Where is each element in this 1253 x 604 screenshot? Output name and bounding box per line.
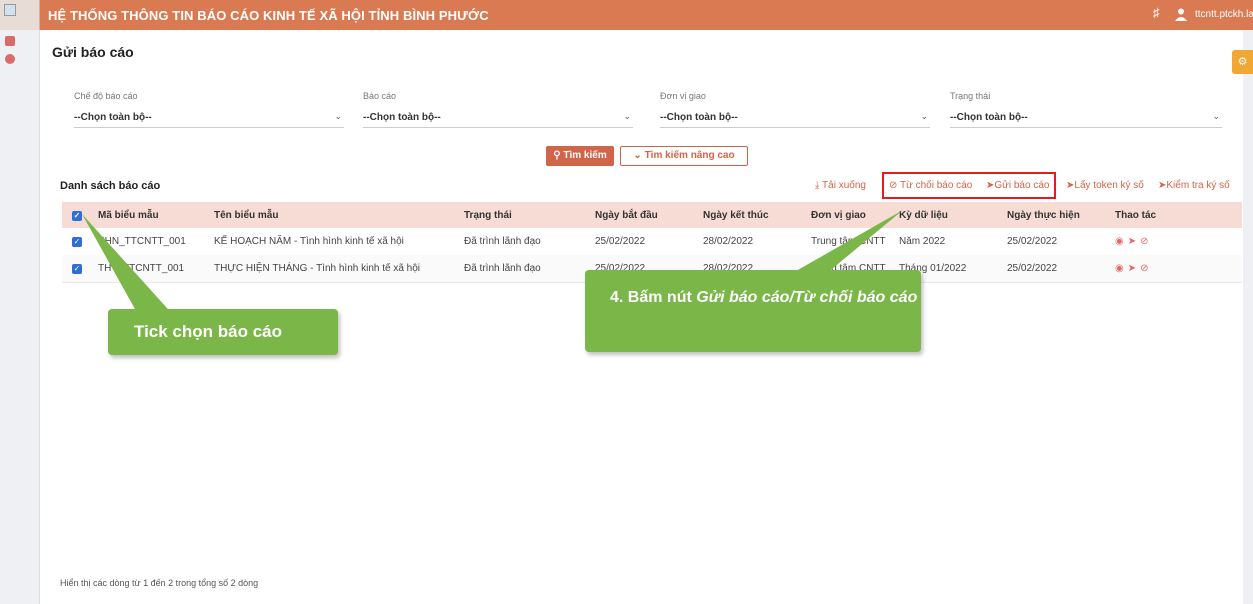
cell-unit: Trung tâm CNTT: [811, 236, 886, 247]
row-actions: ◉➤⊘: [1109, 255, 1242, 282]
advanced-search-label: Tìm kiếm nâng cao: [644, 150, 735, 161]
pagination-info: Hiển thị các dòng từ 1 đến 2 trong tổng …: [60, 578, 259, 588]
column-header: Thao tác: [1115, 209, 1157, 221]
column-header[interactable]: Trạng thái: [458, 202, 589, 228]
report-mode-select[interactable]: --Chọn toàn bộ-- ⌄: [74, 110, 344, 128]
filter-unit: Đơn vị giao --Chọn toàn bộ-- ⌄: [660, 91, 930, 128]
select-value: --Chọn toàn bộ--: [950, 112, 1028, 123]
filter-label: Chế độ báo cáo: [74, 91, 138, 101]
column-header[interactable]: Ngày kết thúc: [697, 202, 805, 228]
status-select[interactable]: --Chọn toàn bộ-- ⌄: [950, 110, 1222, 128]
chevron-down-icon: ⌄: [334, 111, 342, 121]
cell-name: THỰC HIỆN THÁNG - Tình hình kinh tế xã h…: [214, 262, 421, 274]
ban-icon[interactable]: ⊘: [1140, 236, 1152, 247]
column-header[interactable]: Đơn vị giao: [805, 202, 893, 228]
row-checkbox[interactable]: ✓: [72, 237, 82, 247]
search-button-label: Tìm kiếm: [563, 150, 607, 161]
app-logo[interactable]: [0, 0, 40, 30]
ban-icon[interactable]: ⊘: [1140, 263, 1152, 274]
cell-done: 25/02/2022: [1007, 262, 1058, 274]
filter-report: Báo cáo --Chọn toàn bộ-- ⌄: [363, 91, 633, 128]
download-icon: ⤓: [815, 180, 820, 191]
send-icon[interactable]: ➤: [1128, 263, 1140, 274]
column-header[interactable]: Mã biểu mẫu: [92, 202, 208, 228]
left-sidebar: [0, 30, 40, 604]
step4-prefix: 4. Bấm nút: [610, 289, 697, 306]
download-label: Tải xuống: [822, 180, 866, 191]
report-select[interactable]: --Chọn toàn bộ-- ⌄: [363, 110, 633, 128]
select-value: --Chọn toàn bộ--: [363, 112, 441, 123]
highlight-box: [882, 172, 1056, 199]
settings-gear-icon[interactable]: ⚙: [1232, 50, 1253, 74]
cell-status: Đã trình lãnh đạo: [464, 236, 541, 247]
app-title: HỆ THỐNG THÔNG TIN BÁO CÁO KINH TẾ XÃ HỘ…: [48, 8, 489, 23]
notification-bell-icon[interactable]: ♯: [1153, 5, 1160, 20]
get-token-label: Lấy token ký số: [1074, 180, 1144, 191]
select-all-checkbox[interactable]: ✓: [72, 210, 82, 221]
filter-report-mode: Chế độ báo cáo --Chọn toàn bộ-- ⌄: [74, 91, 344, 128]
view-icon[interactable]: ◉: [1115, 236, 1128, 247]
filter-label: Báo cáo: [363, 91, 397, 101]
page-title: Gửi báo cáo: [52, 44, 134, 60]
chevron-down-icon: ⌄: [920, 111, 928, 121]
filter-label: Trạng thái: [950, 91, 991, 101]
step4-emphasis: Gửi báo cáo/Từ chối báo cáo: [696, 289, 918, 306]
cell-done: 25/02/2022: [1007, 236, 1058, 247]
cell-code: KHN_TTCNTT_001: [98, 236, 186, 247]
chevron-down-icon: ⌄: [623, 111, 631, 121]
row-select-cell: ✓: [62, 228, 92, 255]
tick-callout: Tick chọn báo cáo: [108, 309, 338, 355]
cell-start: 25/02/2022: [595, 236, 646, 247]
table-header-row: ✓ Mã biểu mẫu Tên biểu mẫu Trạng thái Ng…: [62, 202, 1242, 228]
verify-sign-button[interactable]: ➤Kiểm tra ký số: [1158, 180, 1230, 191]
row-select-cell: ✓: [62, 255, 92, 282]
chart-menu-icon[interactable]: [5, 54, 15, 64]
chevron-down-icon: ⌄: [1212, 111, 1220, 121]
list-title: Danh sách báo cáo: [60, 180, 161, 192]
report-menu-icon[interactable]: [5, 36, 15, 46]
filter-status: Trạng thái --Chọn toàn bộ-- ⌄: [950, 91, 1222, 128]
unit-select[interactable]: --Chọn toàn bộ-- ⌄: [660, 110, 930, 128]
top-navbar: HỆ THỐNG THÔNG TIN BÁO CÁO KINH TẾ XÃ HỘ…: [0, 0, 1253, 30]
select-value: --Chọn toàn bộ--: [660, 112, 738, 123]
cell-status: Đã trình lãnh đạo: [464, 262, 541, 274]
cell-code: THT_TTCNTT_001: [98, 262, 185, 274]
view-icon[interactable]: ◉: [1115, 263, 1128, 274]
cell-end: 28/02/2022: [703, 236, 754, 247]
column-header[interactable]: Tên biểu mẫu: [208, 202, 458, 228]
broken-image-icon: [4, 4, 16, 16]
select-all-cell: ✓: [62, 202, 92, 228]
cell-name: KẾ HOẠCH NĂM - Tình hình kinh tế xã hội: [214, 236, 404, 247]
username[interactable]: ttcntt.ptckh.lanhdao: [1195, 9, 1253, 20]
verify-sign-label: Kiểm tra ký số: [1166, 180, 1230, 191]
search-button[interactable]: ⚲ Tìm kiếm: [546, 146, 614, 166]
cell-period: Năm 2022: [899, 236, 946, 247]
select-value: --Chọn toàn bộ--: [74, 112, 152, 123]
row-checkbox[interactable]: ✓: [72, 263, 82, 274]
download-button[interactable]: ⤓ Tải xuống: [815, 180, 866, 191]
user-avatar-icon[interactable]: [1175, 8, 1187, 21]
send-icon[interactable]: ➤: [1128, 236, 1140, 247]
filter-label: Đơn vị giao: [660, 91, 706, 101]
step4-callout: 4. Bấm nút Gửi báo cáo/Từ chối báo cáo: [585, 270, 921, 352]
row-actions: ◉➤⊘: [1109, 228, 1242, 255]
table-row[interactable]: ✓ KHN_TTCNTT_001 KẾ HOẠCH NĂM - Tình hìn…: [62, 228, 1242, 255]
column-header[interactable]: Ngày bắt đầu: [589, 202, 697, 228]
column-header[interactable]: Kỳ dữ liệu: [893, 202, 1001, 228]
get-token-button[interactable]: ➤Lấy token ký số: [1066, 180, 1144, 191]
column-header[interactable]: Ngày thực hiện: [1001, 202, 1109, 228]
advanced-search-button[interactable]: ⌄ Tìm kiếm nâng cao: [620, 146, 748, 166]
